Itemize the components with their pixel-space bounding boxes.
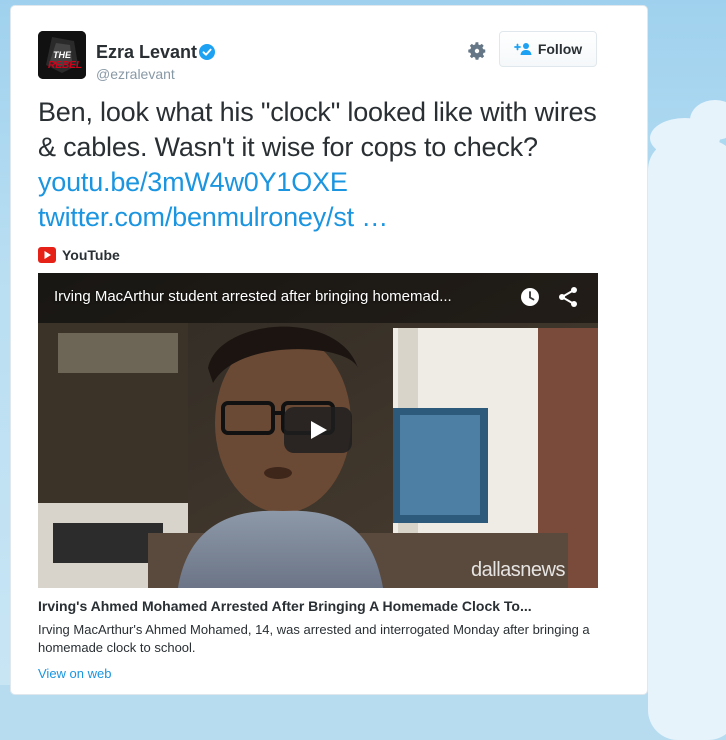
media-source: YouTube bbox=[38, 246, 120, 264]
avatar[interactable]: THE REBEL bbox=[38, 31, 86, 79]
follow-button[interactable]: Follow bbox=[499, 31, 597, 67]
media-card-title[interactable]: Irving's Ahmed Mohamed Arrested After Br… bbox=[38, 598, 532, 614]
video-watermark: dallasnews bbox=[471, 559, 565, 581]
tweet-body: Ben, look what his "clock" looked like w… bbox=[38, 97, 597, 162]
cloud bbox=[648, 140, 726, 740]
avatar-logo: THE REBEL bbox=[38, 31, 86, 79]
twitter-link[interactable]: twitter.com/benmulroney/st … bbox=[38, 202, 388, 232]
play-icon[interactable] bbox=[284, 407, 352, 453]
share-icon[interactable] bbox=[558, 286, 578, 308]
video-title: Irving MacArthur student arrested after … bbox=[54, 288, 452, 305]
display-name[interactable]: Ezra Levant bbox=[96, 42, 197, 63]
user-handle[interactable]: @ezralevant bbox=[96, 66, 175, 82]
svg-text:THE: THE bbox=[53, 50, 72, 60]
video-player[interactable]: Irving MacArthur student arrested after … bbox=[38, 273, 598, 588]
gear-icon[interactable] bbox=[466, 40, 488, 62]
watch-later-icon[interactable] bbox=[520, 287, 540, 307]
verified-badge-icon bbox=[199, 44, 215, 60]
youtube-icon bbox=[38, 247, 56, 263]
view-on-web-link[interactable]: View on web bbox=[38, 666, 111, 681]
add-user-icon bbox=[513, 43, 532, 55]
media-card-description: Irving MacArthur's Ahmed Mohamed, 14, wa… bbox=[38, 622, 590, 655]
svg-text:REBEL: REBEL bbox=[48, 60, 82, 71]
media-source-label: YouTube bbox=[62, 247, 120, 263]
tweet-text: Ben, look what his "clock" looked like w… bbox=[38, 95, 618, 235]
follow-label: Follow bbox=[537, 41, 583, 57]
youtube-link[interactable]: youtu.be/3mW4w0Y1OXE bbox=[38, 167, 348, 197]
